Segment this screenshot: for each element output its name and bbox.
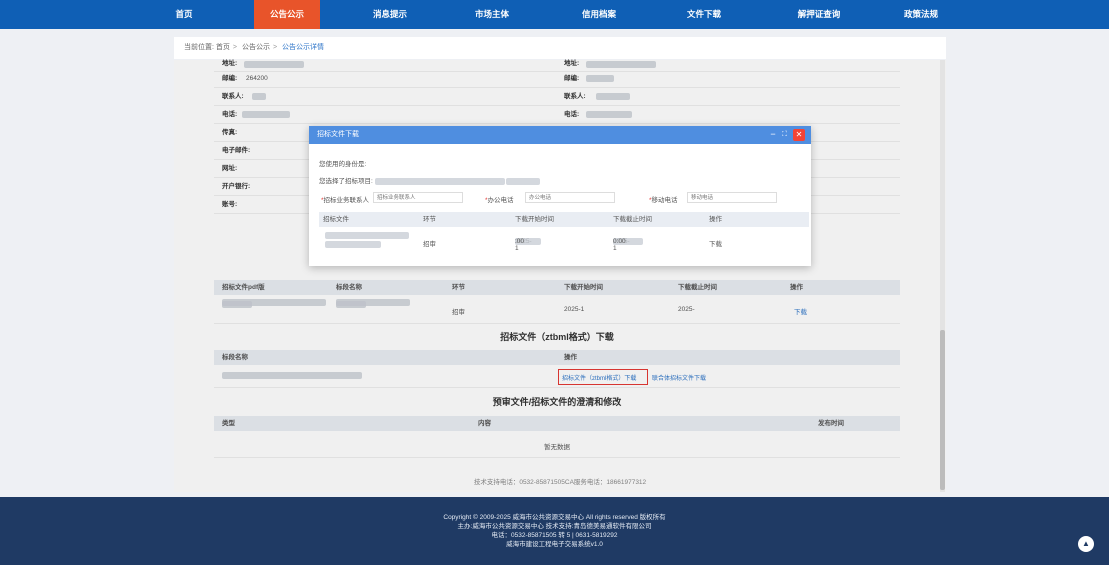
mobile-phone-input[interactable] [687,192,777,203]
maximize-icon[interactable]: ⛶ [779,128,790,141]
footer-copyright: Copyright © 2009-2025 威海市公共资源交易中心 All ri… [443,514,666,521]
back-to-top-icon[interactable]: ▲ [1078,536,1094,552]
modal-header: 招标文件下载 [309,126,811,144]
modal-title: 招标文件下载 [317,131,359,138]
download-modal: 招标文件下载 − ⛶ ✕ 您使用的身份是: 您选择了招标项目: *招标业务联系人… [309,126,811,266]
nav-item-home[interactable]: 首页 [151,0,217,29]
column-header: 招标文件 [323,216,349,223]
breadcrumb-label: 当前位置: [184,44,214,51]
office-phone-input[interactable] [525,192,615,203]
column-header: 操作 [709,216,722,223]
stage-value: 招审 [423,241,436,248]
close-icon[interactable]: ✕ [793,129,805,141]
identity-label: 您使用的身份是: [319,161,367,168]
minimize-icon[interactable]: − [768,128,778,141]
footer-system: 威海市建设工程电子交易系统v1.0 [506,541,603,548]
project-name [374,177,541,185]
modal-backdrop [174,60,946,492]
nav-item-credit-records[interactable]: 信用档案 [566,0,632,29]
mobile-phone-label: *移动电话 [649,197,678,204]
nav-item-messages[interactable]: 消息提示 [357,0,423,29]
breadcrumb: 当前位置: 首页 > 公告公示 > 公告公示详情 [174,37,946,59]
column-header: 下载截止时间 [613,216,652,223]
footer-host: 主办:威海市公共资源交易中心 技术支持:青岛德美易通软件有限公司 [457,523,652,530]
top-navigation: 首页 公告公示 消息提示 市场主体 信用档案 文件下载 解押证查询 政策法规 [0,0,1109,29]
breadcrumb-home[interactable]: 首页 [216,44,230,51]
project-label: 您选择了招标项目: [319,178,373,185]
nav-item-announcements[interactable]: 公告公示 [254,0,320,29]
project-line: 您选择了招标项目: [319,175,541,185]
column-header: 环节 [423,216,436,223]
modal-download-link[interactable]: 下载 [709,238,722,248]
contact-field-label: *招标业务联系人 [321,197,370,204]
breadcrumb-section[interactable]: 公告公示 [242,44,270,51]
site-footer: Copyright © 2009-2025 威海市公共资源交易中心 All ri… [0,497,1109,565]
breadcrumb-separator: > [272,44,278,51]
nav-item-market-entities[interactable]: 市场主体 [459,0,525,29]
identity-line: 您使用的身份是: [319,158,366,168]
nav-item-policies[interactable]: 政策法规 [888,0,954,29]
footer-phone: 电话：0532-85871505 转 5 | 0631-5819292 [491,532,618,539]
nav-item-file-download[interactable]: 文件下载 [671,0,737,29]
modal-table-header: 招标文件 环节 下载开始时间 下载截止时间 操作 [319,212,809,227]
breadcrumb-separator: > [232,44,237,51]
nav-item-pledge-query[interactable]: 解押证查询 [786,0,852,29]
column-header: 下载开始时间 [515,216,554,223]
breadcrumb-current: 公告公示详情 [282,44,324,51]
contact-input[interactable] [373,192,463,203]
office-phone-label: *办公电话 [485,197,514,204]
